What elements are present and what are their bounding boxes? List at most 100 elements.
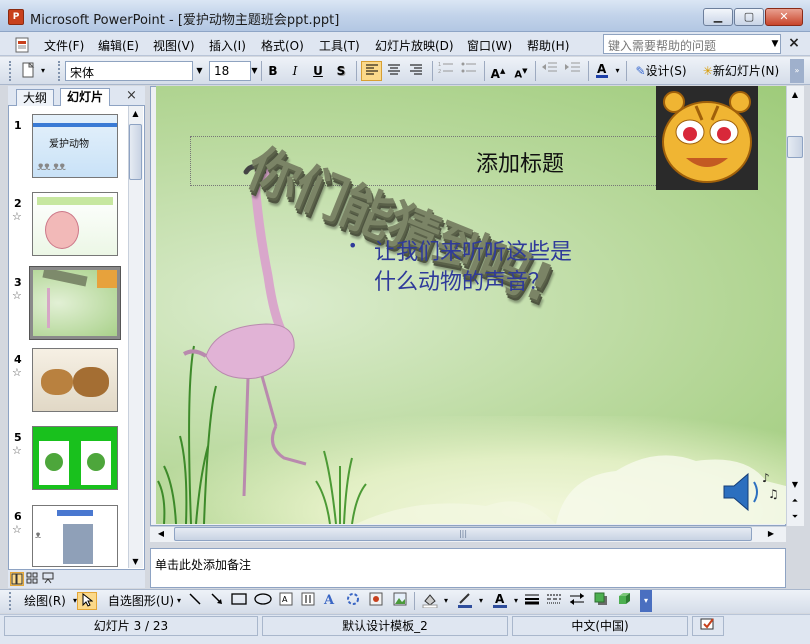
oval-tool-icon[interactable] — [253, 592, 273, 610]
slide-thumbnail-6[interactable]: ᴥ — [32, 505, 118, 567]
font-color-dropdown-icon[interactable]: ▾ — [613, 61, 622, 81]
decrease-font-icon[interactable]: A▼ — [511, 61, 531, 81]
slideshow-view-icon[interactable] — [42, 572, 56, 586]
bullet-text-line-1[interactable]: 让我们来听听这些是 — [374, 234, 572, 266]
line-color-icon[interactable] — [454, 592, 476, 610]
new-dropdown-icon[interactable]: ▾ — [38, 61, 48, 81]
scroll-up-arrow-icon[interactable]: ▲ — [787, 88, 803, 102]
drawbar-options-icon[interactable]: ▾ — [640, 590, 652, 612]
menu-format[interactable]: 格式(O) — [261, 37, 304, 54]
spelling-check-icon[interactable] — [692, 616, 724, 636]
shadow-button[interactable]: S — [332, 61, 350, 81]
line-tool-icon[interactable] — [186, 592, 204, 610]
arrow-style-icon[interactable] — [568, 592, 586, 610]
design-button[interactable]: ✎设计(S) — [629, 61, 693, 81]
bullet-text-line-2[interactable]: 什么动物的声音？ — [374, 264, 550, 296]
align-center-icon[interactable] — [384, 61, 404, 81]
help-dropdown-arrow-icon[interactable]: ▼ — [768, 34, 782, 54]
new-document-icon[interactable] — [18, 61, 38, 81]
slide-thumbnail-1[interactable]: 爱护动物 ᴥᴥ ᴥᴥ — [32, 114, 118, 178]
scroll-right-arrow-icon[interactable]: ▶ — [762, 527, 780, 541]
font-name-dropdown-icon[interactable]: ▼ — [193, 61, 206, 81]
menu-view[interactable]: 视图(V) — [153, 37, 195, 54]
minimize-button[interactable]: ▁ — [703, 8, 733, 26]
bold-button[interactable]: B — [264, 61, 282, 81]
bullets-icon[interactable] — [459, 61, 479, 81]
autoshapes-dropdown-icon[interactable]: ▾ — [175, 592, 183, 610]
increase-indent-icon[interactable] — [563, 61, 583, 81]
slide-sorter-view-icon[interactable] — [26, 572, 40, 586]
previous-slide-icon[interactable]: ⏶ — [787, 494, 803, 508]
help-search-input[interactable]: 键入需要帮助的问题 — [603, 34, 781, 54]
menu-edit[interactable]: 编辑(E) — [98, 37, 139, 54]
tiger-cartoon-image[interactable] — [656, 86, 758, 190]
toolbar-options-icon[interactable]: » — [790, 59, 804, 83]
draw-menu-button[interactable]: 绘图(R) — [18, 592, 72, 610]
notes-pane[interactable]: 单击此处添加备注 — [150, 548, 786, 588]
font-color-icon[interactable]: A — [592, 61, 612, 81]
fill-color-dropdown-icon[interactable]: ▾ — [442, 592, 450, 610]
autoshapes-button[interactable]: 自选图形(U) — [103, 592, 179, 610]
powerpoint-app-icon[interactable]: P — [8, 9, 24, 25]
slide-vertical-scroll-thumb[interactable] — [787, 136, 803, 158]
next-slide-icon[interactable]: ⏷ — [787, 510, 803, 524]
select-pointer-icon[interactable] — [77, 592, 97, 610]
numbering-icon[interactable]: 12 — [436, 61, 456, 81]
align-left-icon[interactable] — [361, 61, 382, 81]
normal-view-icon[interactable] — [10, 572, 24, 586]
italic-button[interactable]: I — [286, 61, 304, 81]
fill-color-icon[interactable] — [419, 592, 441, 610]
slide-horizontal-scroll-thumb[interactable]: ||| — [174, 527, 752, 541]
textbox-tool-icon[interactable]: A — [277, 592, 295, 610]
vertical-textbox-icon[interactable] — [299, 592, 317, 610]
menu-slideshow[interactable]: 幻灯片放映(D) — [375, 37, 454, 54]
dash-style-icon[interactable] — [545, 592, 563, 610]
slide-thumbnail-3[interactable] — [29, 266, 121, 340]
language-indicator[interactable]: 中文(中国) — [512, 616, 688, 636]
tab-slides[interactable]: 幻灯片 — [60, 88, 111, 106]
close-document-button[interactable]: × — [786, 36, 802, 52]
3d-style-icon[interactable] — [615, 592, 633, 610]
decrease-indent-icon[interactable] — [540, 61, 560, 81]
maximize-button[interactable]: ▢ — [734, 8, 764, 26]
design-template-name[interactable]: 默认设计模板_2 — [262, 616, 508, 636]
font-size-combo[interactable]: 18 — [209, 61, 251, 81]
diagram-insert-icon[interactable] — [344, 592, 362, 610]
scroll-down-arrow-icon[interactable]: ▼ — [129, 555, 142, 569]
menu-insert[interactable]: 插入(I) — [209, 37, 246, 54]
toolbar-grip[interactable] — [9, 592, 13, 610]
font-name-combo[interactable]: 宋体 — [65, 61, 193, 81]
arrow-tool-icon[interactable] — [208, 592, 226, 610]
toolbar-grip[interactable] — [58, 61, 62, 81]
slides-pane-scroll-thumb[interactable] — [129, 124, 142, 180]
underline-button[interactable]: U — [309, 61, 327, 81]
scroll-down-arrow-icon[interactable]: ▼ — [787, 478, 803, 492]
picture-insert-icon[interactable] — [391, 592, 409, 610]
menu-tools[interactable]: 工具(T) — [319, 37, 360, 54]
slide-canvas[interactable]: ♪ ♫ 添加标题 你们能猜到吗! • 让我们来听听这些是 什么动物的声音？ — [156, 86, 786, 524]
menu-file[interactable]: 文件(F) — [44, 37, 84, 54]
slide-thumbnail-5[interactable] — [32, 426, 118, 490]
close-window-button[interactable]: ✕ — [765, 8, 803, 26]
line-color-dropdown-icon[interactable]: ▾ — [477, 592, 485, 610]
new-slide-button[interactable]: ✳新幻灯片(N) — [697, 61, 785, 81]
slide-thumbnail-4[interactable] — [32, 348, 118, 412]
wordart-insert-icon[interactable]: A — [321, 592, 339, 610]
draw-font-color-dropdown-icon[interactable]: ▾ — [512, 592, 520, 610]
title-placeholder-text[interactable]: 添加标题 — [476, 146, 564, 178]
rectangle-tool-icon[interactable] — [230, 592, 248, 610]
tab-outline[interactable]: 大纲 — [16, 89, 55, 106]
scroll-up-arrow-icon[interactable]: ▲ — [129, 107, 142, 121]
draw-font-color-icon[interactable]: A — [489, 592, 511, 610]
line-style-icon[interactable] — [523, 592, 541, 610]
font-size-dropdown-icon[interactable]: ▼ — [248, 61, 261, 81]
align-right-icon[interactable] — [406, 61, 426, 81]
menu-window[interactable]: 窗口(W) — [467, 37, 512, 54]
document-icon[interactable] — [14, 37, 31, 53]
slide-thumbnail-2[interactable] — [32, 192, 118, 256]
scroll-left-arrow-icon[interactable]: ◀ — [152, 527, 170, 541]
toolbar-grip[interactable] — [9, 61, 13, 81]
menu-help[interactable]: 帮助(H) — [527, 37, 569, 54]
clipart-insert-icon[interactable] — [367, 592, 385, 610]
pane-close-button[interactable]: × — [126, 88, 137, 103]
